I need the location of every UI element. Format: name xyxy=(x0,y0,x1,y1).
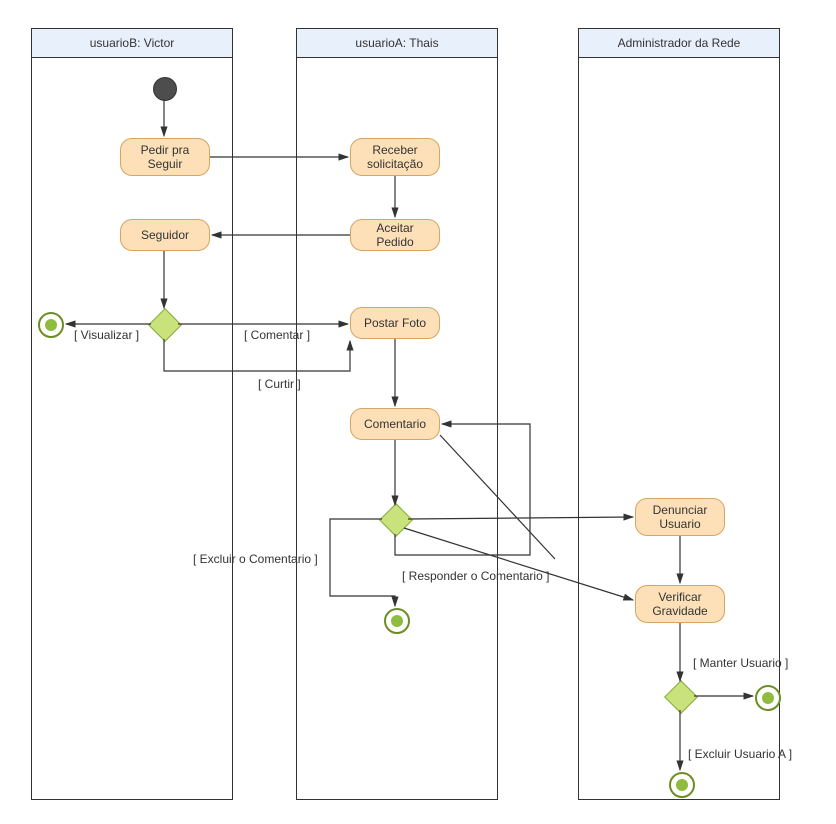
activity-aceitar: Aceitar Pedido xyxy=(350,219,440,251)
guard-curtir: [ Curtir ] xyxy=(258,377,301,391)
final-3 xyxy=(755,685,781,711)
guard-responder: [ Responder o Comentario ] xyxy=(402,569,549,583)
initial-node xyxy=(153,77,177,101)
guard-comentar: [ Comentar ] xyxy=(244,328,310,342)
activity-pedir: Pedir pra Seguir xyxy=(120,138,210,176)
guard-visualizar: [ Visualizar ] xyxy=(74,328,139,342)
final-4 xyxy=(669,772,695,798)
lane-header: usuarioA: Thais xyxy=(297,29,497,58)
activity-comentario: Comentario xyxy=(350,408,440,440)
lane-header: usuarioB: Victor xyxy=(32,29,232,58)
guard-manter: [ Manter Usuario ] xyxy=(693,656,788,670)
activity-denunciar: Denunciar Usuario xyxy=(635,498,725,536)
activity-postar: Postar Foto xyxy=(350,307,440,339)
final-2 xyxy=(384,608,410,634)
lane-header: Administrador da Rede xyxy=(579,29,779,58)
activity-receber: Receber solicitação xyxy=(350,138,440,176)
guard-excluir-user: [ Excluir Usuario A ] xyxy=(688,747,792,761)
activity-verificar: Verificar Gravidade xyxy=(635,585,725,623)
guard-excluir-com: [ Excluir o Comentario ] xyxy=(193,552,318,566)
activity-seguidor: Seguidor xyxy=(120,219,210,251)
final-1 xyxy=(38,312,64,338)
diagram-container: usuarioB: Victor usuarioA: Thais Adminis… xyxy=(0,0,836,824)
